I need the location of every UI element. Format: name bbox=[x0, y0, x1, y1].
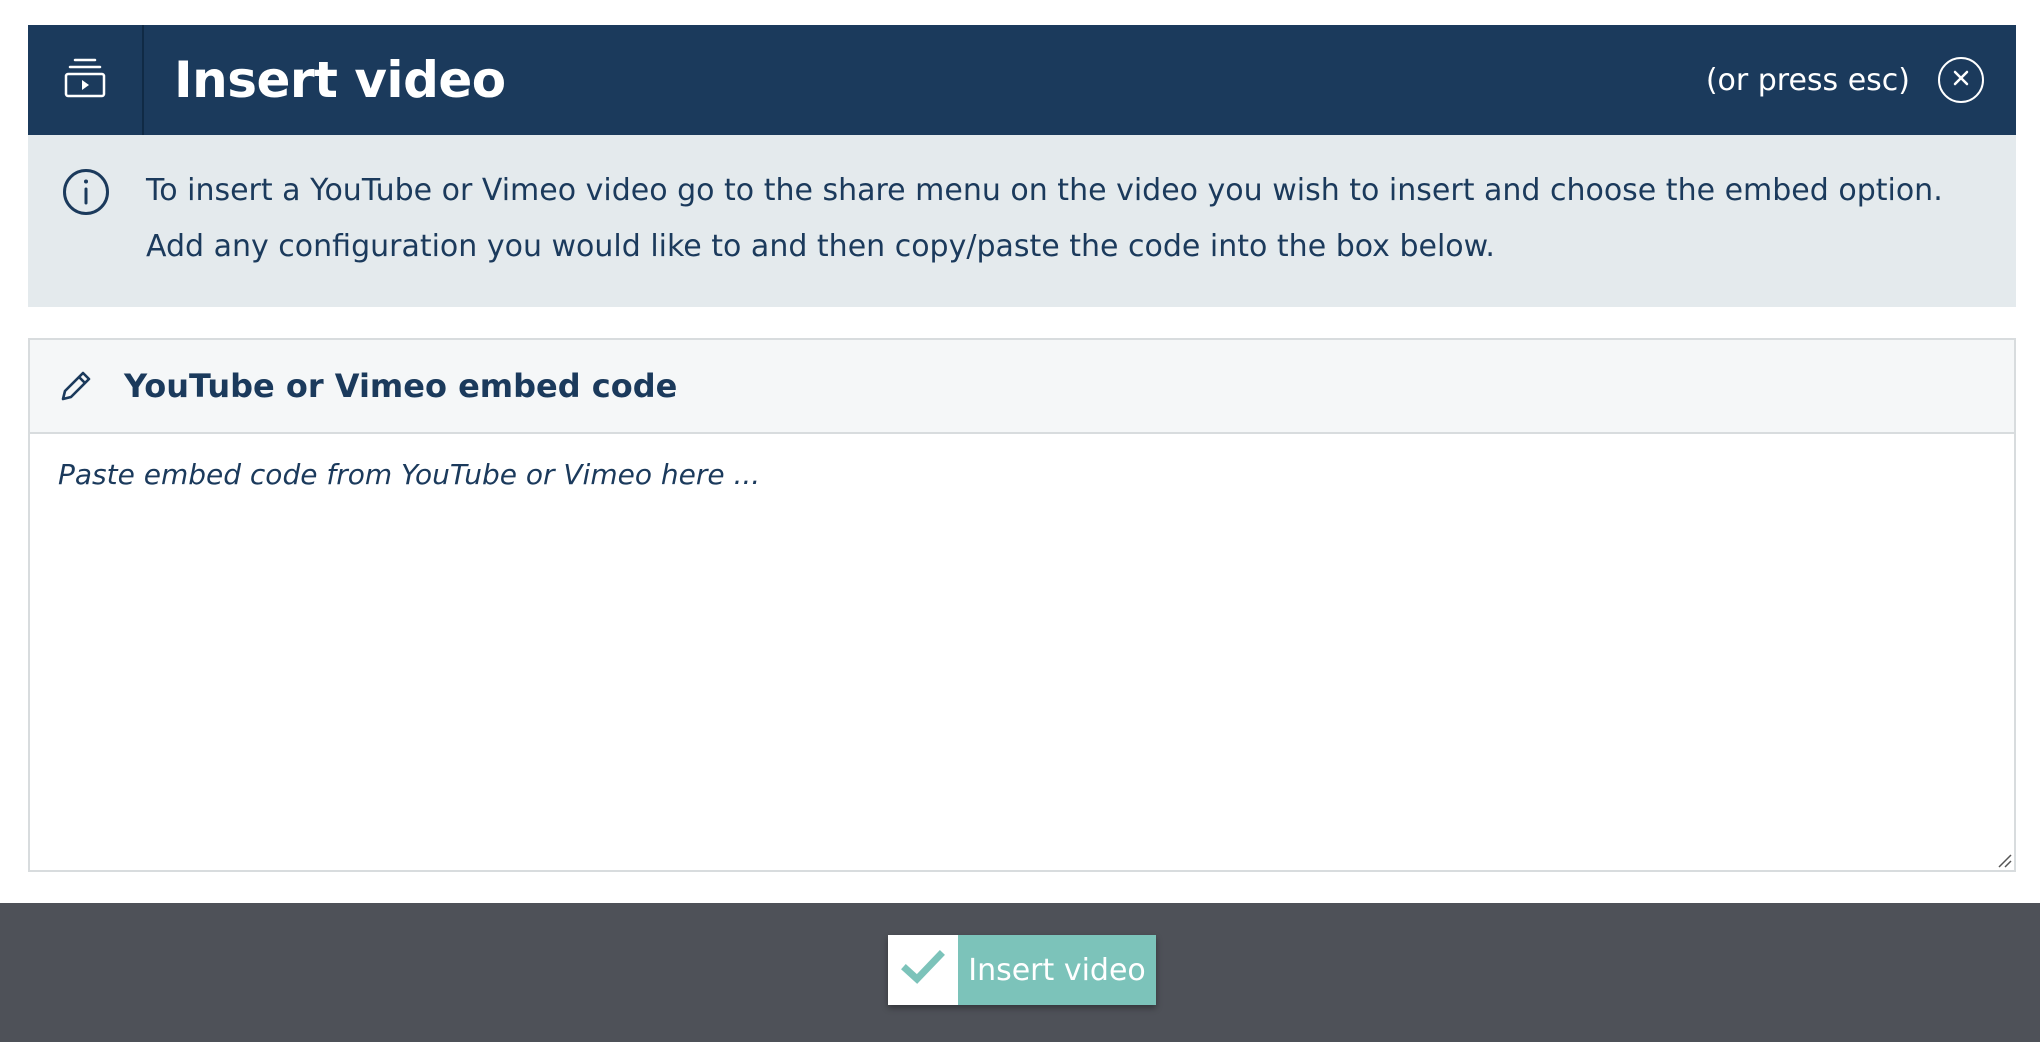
checkmark-icon bbox=[901, 950, 945, 990]
close-icon bbox=[1951, 68, 1971, 92]
close-button[interactable] bbox=[1938, 57, 1984, 103]
info-icon bbox=[62, 168, 110, 216]
resize-handle[interactable] bbox=[1996, 852, 2012, 868]
insert-button-icon-box bbox=[888, 935, 958, 1005]
embed-code-panel: YouTube or Vimeo embed code bbox=[28, 338, 2016, 872]
embed-code-title: YouTube or Vimeo embed code bbox=[124, 367, 678, 405]
pencil-icon bbox=[58, 368, 94, 404]
esc-hint: (or press esc) bbox=[1705, 62, 1910, 98]
video-stack-icon bbox=[63, 57, 107, 103]
info-panel: To insert a YouTube or Vimeo video go to… bbox=[28, 135, 2016, 307]
insert-video-label: Insert video bbox=[958, 935, 1156, 1005]
dialog-title: Insert video bbox=[174, 51, 506, 109]
insert-video-button[interactable]: Insert video bbox=[888, 935, 1156, 1005]
dialog-footer: Insert video bbox=[0, 903, 2040, 1042]
header-icon-box bbox=[28, 25, 144, 135]
embed-code-textarea[interactable] bbox=[30, 434, 2014, 870]
insert-video-dialog: Insert video (or press esc) To insert a … bbox=[0, 0, 2040, 1042]
embed-code-header: YouTube or Vimeo embed code bbox=[30, 340, 2014, 434]
dialog-header: Insert video (or press esc) bbox=[28, 25, 2016, 135]
info-text: To insert a YouTube or Vimeo video go to… bbox=[146, 173, 1943, 264]
